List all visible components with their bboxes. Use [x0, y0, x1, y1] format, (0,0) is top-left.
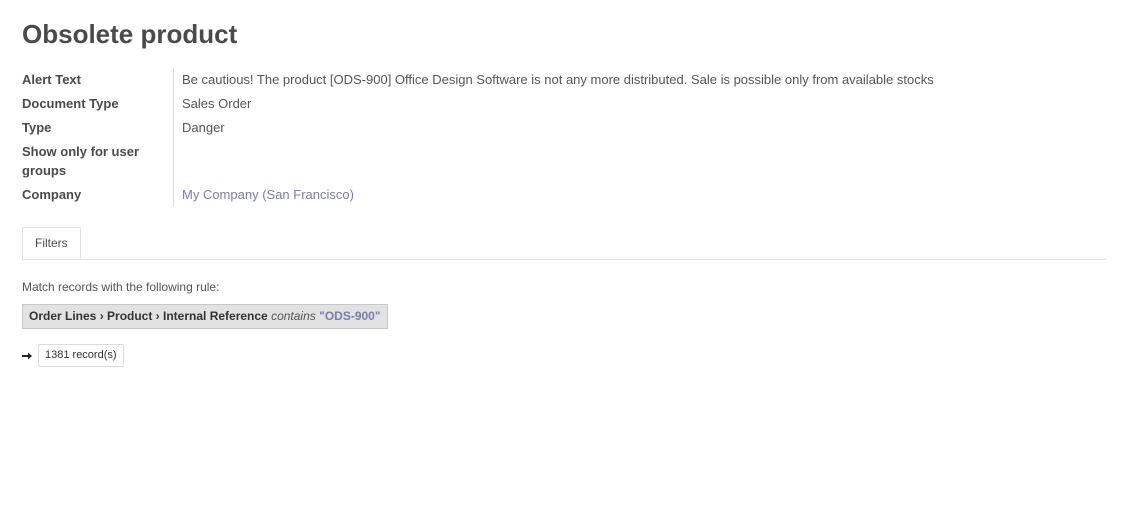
- records-row: 1381 record(s): [22, 344, 1108, 367]
- field-label-alert-text: Alert Text: [22, 68, 174, 92]
- records-count-button[interactable]: 1381 record(s): [38, 344, 124, 367]
- field-label-document-type: Document Type: [22, 92, 174, 116]
- domain-rule-path: Order Lines › Product › Internal Referen…: [29, 309, 268, 323]
- field-value-alert-text: Be cautious! The product [ODS-900] Offic…: [182, 72, 934, 87]
- domain-rule: Order Lines › Product › Internal Referen…: [22, 304, 388, 329]
- filter-intro: Match records with the following rule:: [22, 280, 220, 294]
- field-value-type: Danger: [182, 120, 225, 135]
- field-label-user-groups-text: Show only for user groups: [22, 144, 140, 178]
- fields-table: Alert Text Be cautious! The product [ODS…: [22, 68, 1022, 207]
- notebook-tabs: Filters: [22, 227, 1106, 260]
- form-view: Obsolete product Alert Text Be cautious!…: [0, 0, 1130, 518]
- field-label-user-groups: Show only for user groups: [22, 140, 174, 183]
- field-value-user-groups: [174, 140, 1022, 183]
- tab-filters[interactable]: Filters: [22, 227, 81, 259]
- field-label-company: Company: [22, 183, 174, 207]
- field-label-type: Type: [22, 116, 174, 140]
- arrow-right-icon: [22, 352, 32, 359]
- page-title: Obsolete product: [22, 19, 238, 49]
- domain-rule-operator: contains: [271, 309, 316, 323]
- field-value-company-link[interactable]: My Company (San Francisco): [174, 183, 1022, 207]
- field-value-document-type: Sales Order: [182, 96, 252, 111]
- domain-rule-value: "ODS-900": [319, 309, 381, 323]
